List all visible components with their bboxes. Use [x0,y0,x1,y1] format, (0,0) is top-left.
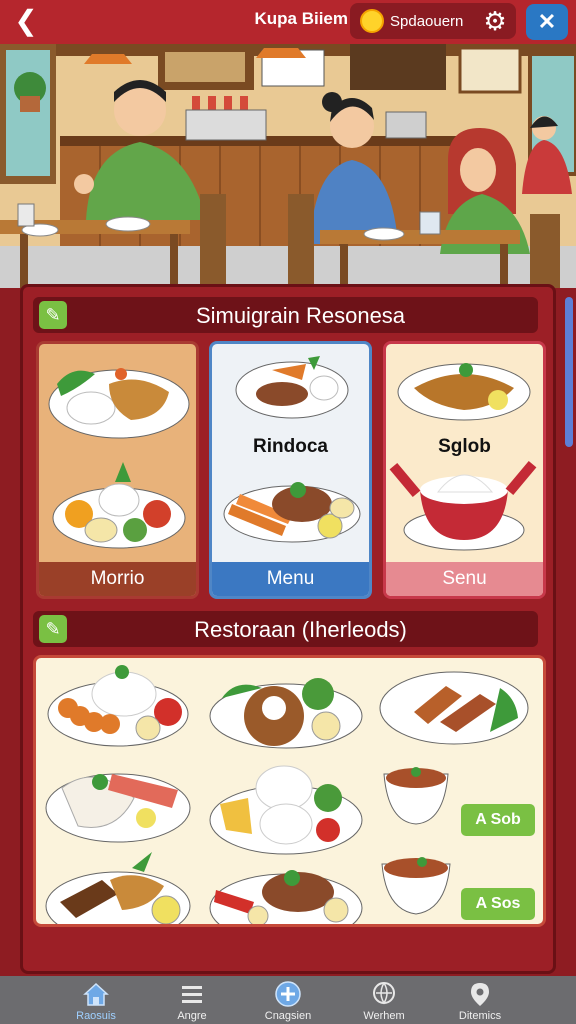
nav-item-menu[interactable]: Angre [144,976,240,1024]
top-bar: ❮ Kupa Biiem Spdaouern ⚙ ✕ [0,0,576,44]
card-label: Senu [386,562,543,596]
nav-label: Raosuis [76,1010,116,1022]
nav-label: Werhem [363,1010,405,1022]
restaurant-scene [0,44,576,288]
scrollbar[interactable] [565,297,573,447]
menu-panel: ✎ Simuigrain Resonesa Morrio Rindoca Men… [20,284,573,974]
dish-item[interactable] [381,857,451,915]
card-label: Morrio [39,562,196,596]
category-card-senu[interactable]: Sglob Senu [383,341,546,599]
menu-icon [182,986,202,1003]
globe-icon [373,982,395,1005]
dish-item[interactable] [45,773,191,843]
dish-item[interactable] [209,678,363,749]
plus-icon [275,981,301,1007]
page-title: Kupa Biiem [254,9,348,28]
card-subtitle: Sglob [438,436,491,457]
section-header-simulation: ✎ Simuigrain Resonesa [33,297,538,333]
category-card-menu[interactable]: Rindoca Menu [209,341,372,599]
section-title: Restoraan (Iherleods) [194,617,407,642]
dish-item[interactable] [383,767,449,825]
dish-item[interactable] [379,671,529,745]
coin-display[interactable]: Spdaouern ⚙ [350,3,516,39]
nav-label: Ditemics [458,1010,502,1022]
nav-label: Cnagsien [264,1010,312,1022]
dish-item[interactable] [45,852,191,924]
category-card-morrio[interactable]: Morrio [36,341,199,599]
dish-item[interactable] [47,665,189,747]
nav-item-world[interactable]: Werhem [336,976,432,1024]
home-icon [83,982,109,1006]
coin-label: Spdaouern [390,13,464,30]
nav-item-add[interactable]: Cnagsien [240,976,336,1024]
pencil-icon[interactable]: ✎ [39,301,67,329]
pin-icon [471,983,489,1006]
gear-icon[interactable]: ⚙ [480,6,510,36]
nav-label: Angre [177,1010,207,1022]
chevron-left-icon: ❮ [14,5,38,36]
pencil-icon[interactable]: ✎ [39,615,67,643]
nav-item-location[interactable]: Ditemics [432,976,528,1024]
card-label: Menu [212,562,369,596]
dish-illustration [48,368,190,549]
coin-icon [360,9,384,33]
back-button[interactable]: ❮ [8,6,44,38]
close-button[interactable]: ✕ [526,4,568,40]
card-subtitle: Rindoca [253,436,328,457]
price-badge[interactable]: A Sos [461,888,535,920]
menu-grid: A Sob A Sos [33,655,546,927]
nav-item-home[interactable]: Raosuis [48,976,144,1024]
restaurant-illustration [0,44,576,288]
menu-dishes [45,665,529,924]
dish-item[interactable] [209,870,363,924]
close-icon: ✕ [537,9,557,34]
section-title: Simuigrain Resonesa [195,303,406,328]
price-badge[interactable]: A Sob [461,804,535,836]
bottom-nav: Raosuis Angre Cnagsien Werhem Ditemics [0,976,576,1024]
section-header-restaurant: ✎ Restoraan (Iherleods) [33,611,538,647]
dish-item[interactable] [209,765,363,855]
